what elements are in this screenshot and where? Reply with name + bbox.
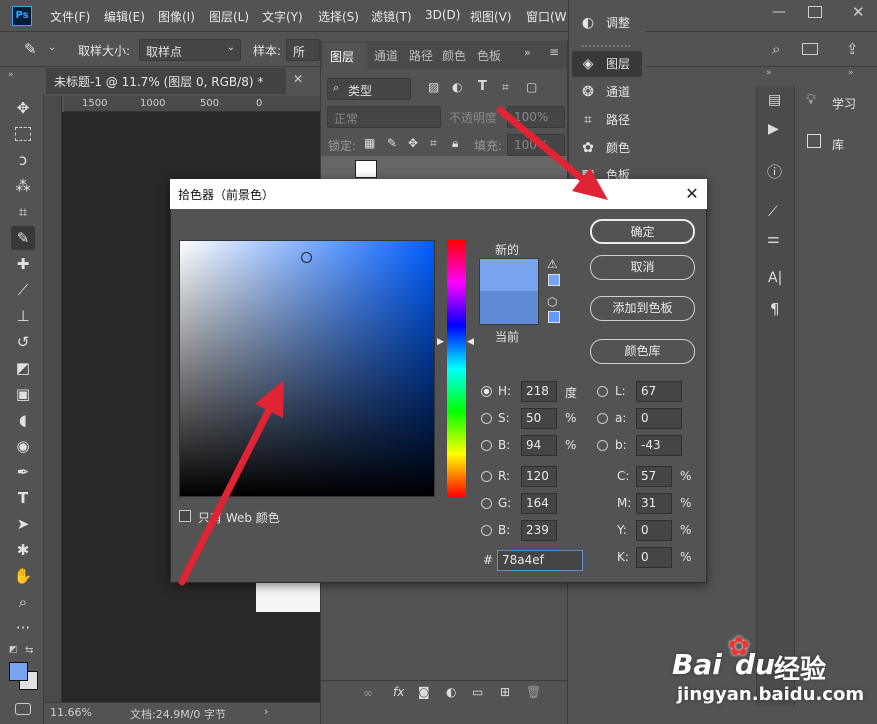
annotation-arrows [178, 106, 608, 586]
watermark-brand-suffix: du [735, 648, 775, 681]
watermark-chinese: 经验 [774, 655, 827, 685]
arrow-to-ok-button [496, 106, 608, 200]
watermark-brand: Bai [672, 648, 722, 681]
arrow-to-color-field [178, 380, 284, 586]
watermark-url: jingyan.baidu.com [677, 684, 865, 705]
